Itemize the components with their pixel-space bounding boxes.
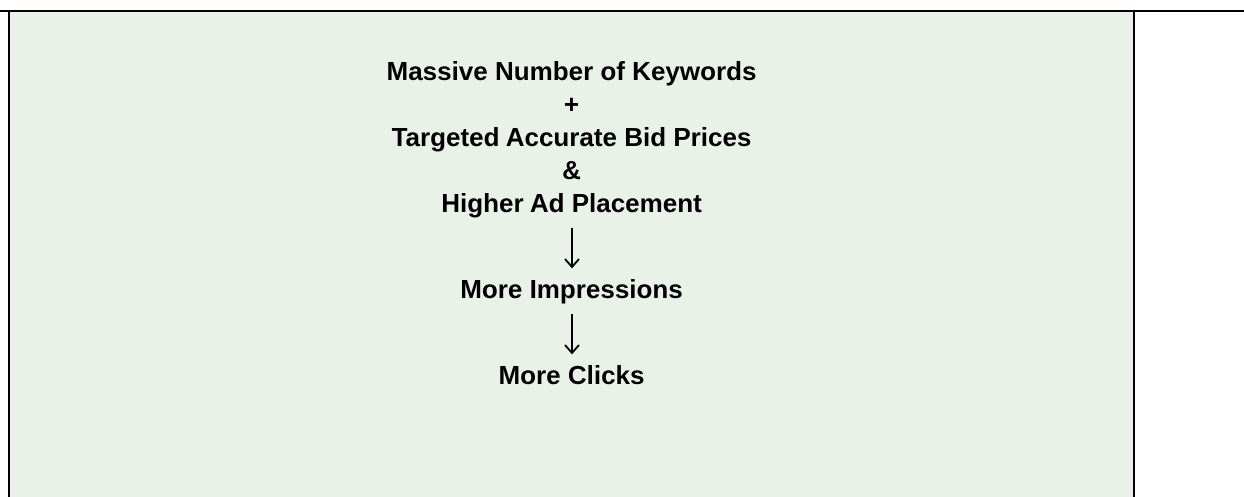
plus-operator: + (563, 89, 580, 119)
down-arrow-icon (10, 309, 1133, 356)
flow-diagram: Massive Number of Keywords + Targeted Ac… (10, 52, 1133, 395)
down-arrow-icon (10, 223, 1133, 270)
flow-step-clicks: More Clicks (498, 360, 645, 390)
flow-step-ad-placement: Higher Ad Placement (441, 188, 702, 218)
flow-step-keywords: Massive Number of Keywords (386, 56, 757, 86)
table-top-border (0, 10, 1244, 12)
table-column-divider (1133, 10, 1135, 497)
ampersand-operator: & (562, 155, 581, 185)
flow-step-impressions: More Impressions (460, 274, 683, 304)
table-frame: Massive Number of Keywords + Targeted Ac… (0, 0, 1244, 497)
flow-step-bid-prices: Targeted Accurate Bid Prices (391, 122, 752, 152)
